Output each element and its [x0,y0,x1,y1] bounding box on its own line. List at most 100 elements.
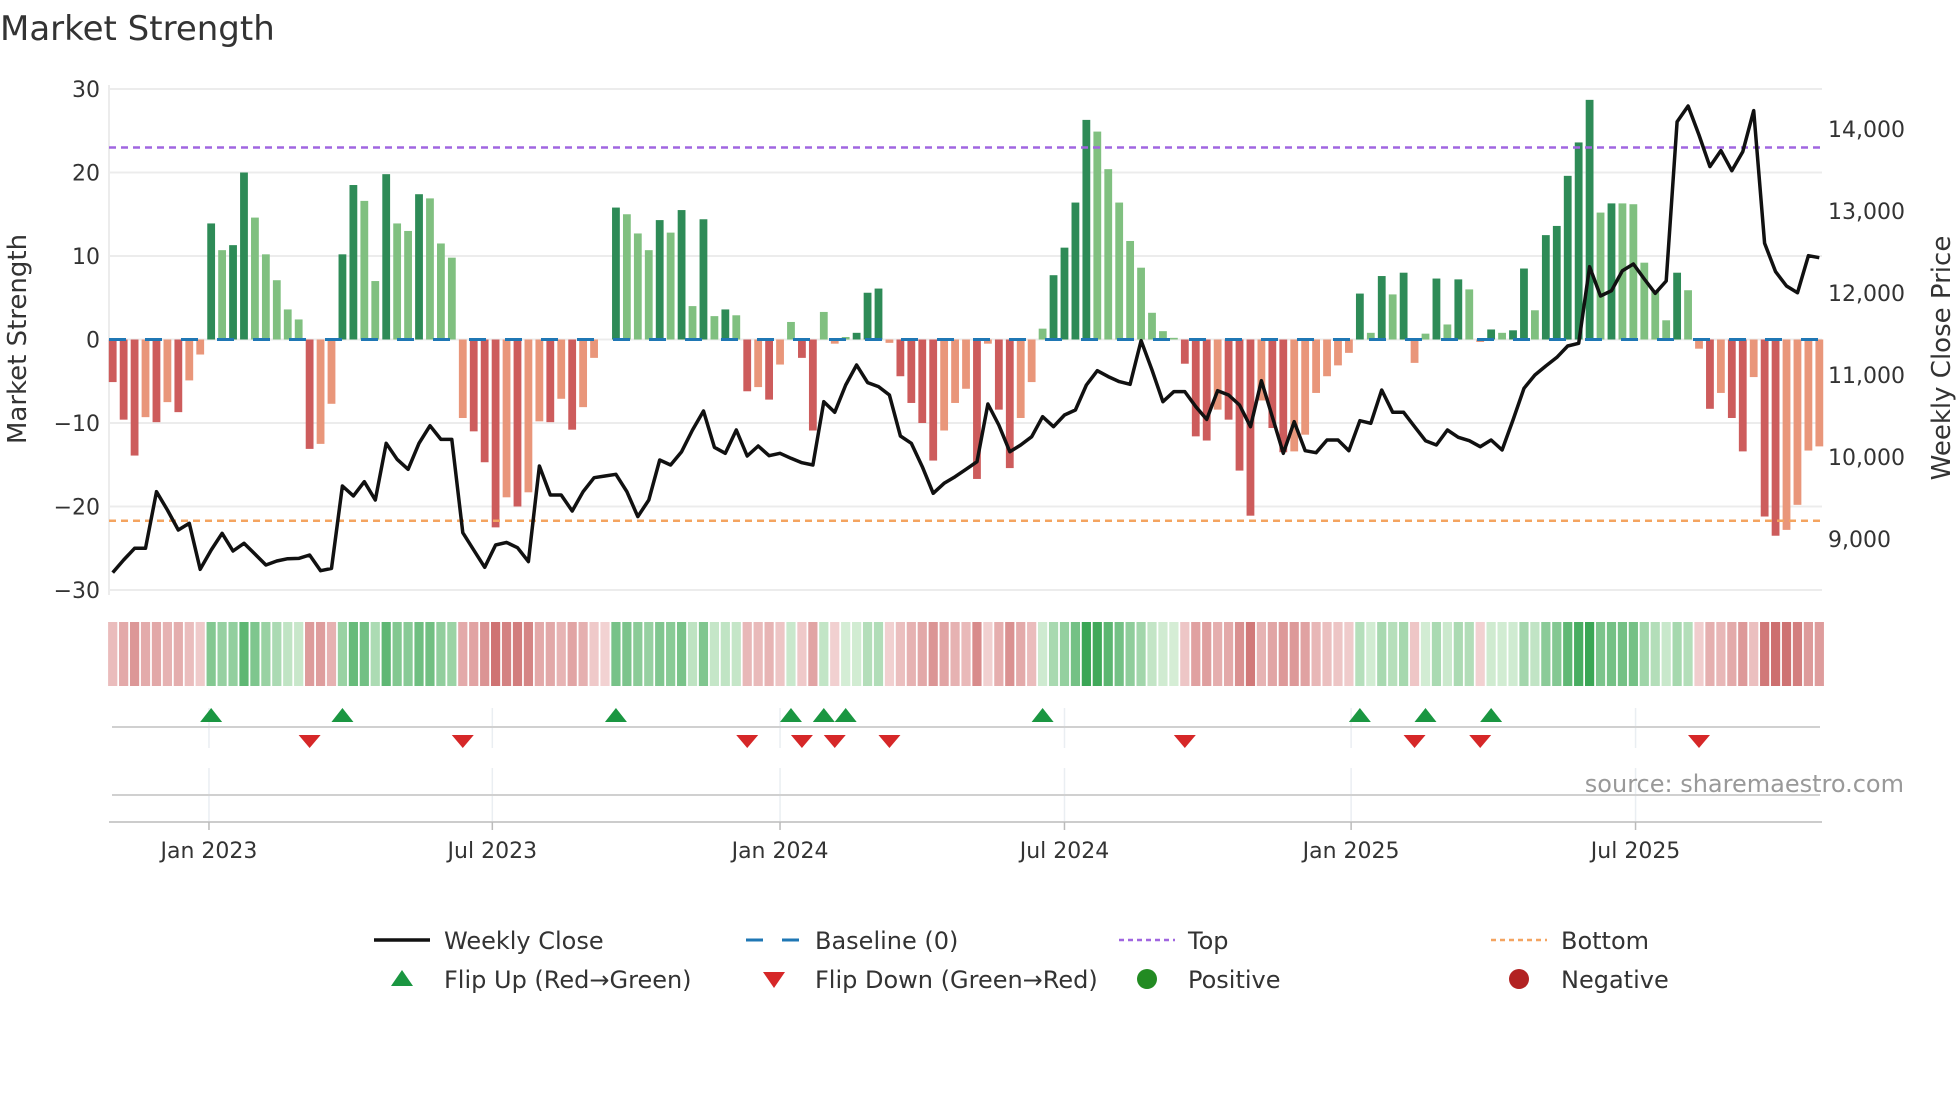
strip-cell [250,622,260,686]
strip-cell [1016,622,1026,686]
flip-up-marker [1480,708,1503,722]
strength-bar [1093,131,1102,340]
strip-cell [480,622,490,686]
flip-down-marker [790,735,813,748]
strength-bar [776,339,784,365]
strength-bar [207,223,216,340]
strip-cell [797,622,807,686]
strip-cell [1366,622,1376,686]
strip-cell [326,622,337,686]
strip-cell [906,622,916,686]
strength-bar [535,339,544,422]
strength-bar [568,339,577,430]
strength-bar [1115,202,1124,340]
strip-cell [217,622,227,686]
strip-cell [425,622,435,686]
strip-cell [523,622,534,686]
strip-cell [862,622,873,686]
strip-cell [108,622,118,686]
strip-cell [1672,622,1682,686]
strip-cell [1027,622,1037,686]
flip-down-marker [298,735,321,748]
legend-label: Flip Up (Red→Green) [444,966,692,994]
strength-bar [1815,339,1824,447]
strength-bar [907,339,916,403]
strength-bar [1771,339,1780,536]
legend-dot-red-icon [1509,969,1529,989]
legend: Weekly Close Baseline (0) Top Bottom Flip Up… [374,927,1669,994]
strength-bar [1038,328,1047,340]
strength-bar [272,280,281,340]
strength-bar [1487,329,1496,340]
strip-cell [983,622,993,686]
strip-cell [1661,622,1671,686]
strip-cell [1256,622,1266,686]
flip-down-marker [736,735,759,748]
y2-tick-label: 12,000 [1828,282,1905,307]
strength-bar [852,332,861,340]
strength-bar [1137,267,1145,340]
strip-cell [633,622,643,686]
strip-cell [414,622,424,686]
strip-cell [195,622,205,686]
strip-cell [895,622,905,686]
flip-up-marker [812,708,835,722]
strip-cell [1278,622,1288,686]
flip-down-marker [1469,735,1492,748]
strength-bar [885,339,894,343]
strength-bar [437,243,445,340]
strip-cell [928,622,938,686]
strength-bar [819,311,828,340]
strength-bar [141,339,150,418]
strength-bar [491,339,500,528]
strength-bar [1060,247,1069,340]
y2-axis-ticks: 14,000 13,000 12,000 11,000 10,000 9,000 [1828,118,1905,553]
strength-bar [546,339,555,423]
strength-bar [1334,339,1342,366]
strength-bar [896,339,905,377]
strip-cell [1738,622,1748,686]
strength-bar [612,207,620,340]
strength-bar [1465,289,1474,340]
strip-cell [1749,622,1759,686]
strength-bar [360,200,369,340]
strip-cell [676,622,687,686]
strength-bar [240,172,248,340]
strip-cell [720,622,730,686]
strip-cell [1070,622,1081,686]
strip-cell [687,622,698,686]
flip-down-marker [1403,735,1426,748]
strip-cell [666,622,676,686]
flip-up-marker [1348,708,1371,722]
strength-bar [1202,339,1211,441]
strip-cell [381,622,391,686]
flip-down-marker [823,735,846,748]
strip-cell [1103,622,1113,686]
strength-bar [130,339,139,456]
flip-up-marker [1414,708,1437,722]
strength-bar [1279,339,1288,453]
strength-bar [261,254,270,340]
legend-label: Flip Down (Green→Red) [815,966,1098,994]
strength-bar [808,339,817,431]
strength-bar [579,339,588,408]
x-tick-label: Jul 2025 [1589,839,1681,864]
strip-cell [1563,622,1573,686]
strip-cell [1355,622,1365,686]
strip-cell [1519,622,1529,686]
strip-cell [469,622,479,686]
strength-bar [1607,203,1616,340]
strength-bar [732,315,741,340]
strip-cell [1322,622,1332,686]
legend-label: Positive [1188,966,1281,994]
strength-bar [798,339,806,358]
strip-cell [1508,622,1518,686]
strip-cell [1628,622,1638,686]
strip-cell [950,622,960,686]
strength-bar [108,339,117,383]
strength-bar [371,281,380,340]
y-tick-label: 10 [72,245,100,270]
strength-bar [294,319,303,340]
strength-bar [743,339,752,392]
strength-bar [349,185,358,340]
